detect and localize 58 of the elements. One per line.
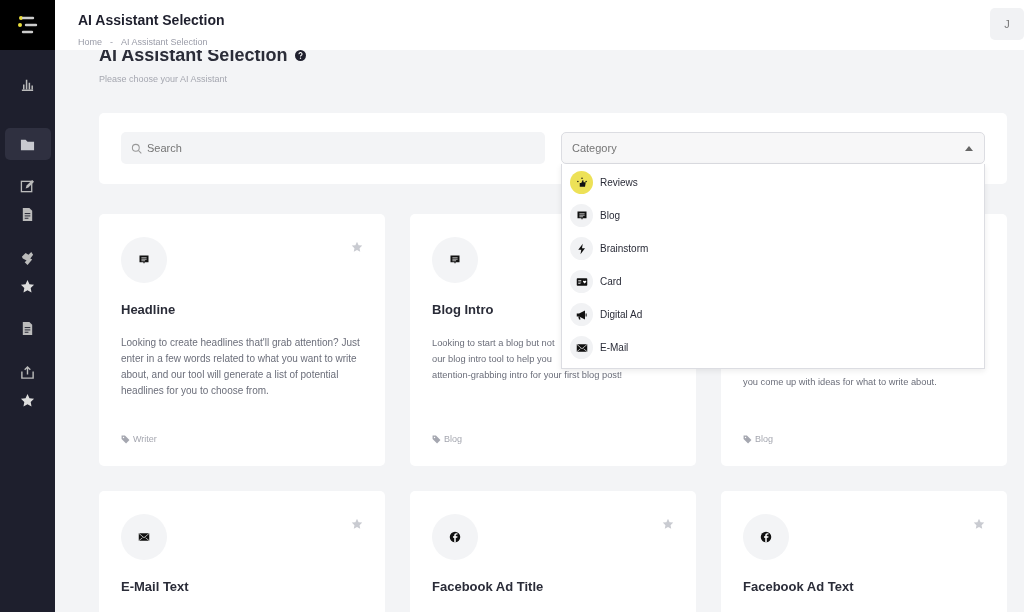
- description-line: our blog intro tool to help you: [432, 352, 552, 366]
- envelope-icon: [138, 531, 150, 544]
- star-icon[interactable]: [662, 518, 674, 531]
- breadcrumb-current: AI Assistant Selection: [121, 36, 208, 49]
- caret-up-icon: [965, 145, 973, 152]
- dropdown-option[interactable]: Card: [562, 265, 984, 299]
- option-label: E-Mail: [600, 341, 629, 356]
- option-label: Blog: [600, 209, 620, 224]
- card-title: Blog Intro: [432, 302, 494, 318]
- document-icon: [20, 206, 35, 222]
- description-line: you come up with ideas for what to write about.: [743, 376, 937, 390]
- card-description: Looking to create headlines that'll grab attention? Just enter in a few words related to what you want to write about, and our tool will generate a list of potential headlines for you to choose from.: [121, 335, 361, 398]
- description-line: Looking to start a blog but not: [432, 336, 555, 350]
- thumbs-up-icon: [575, 176, 588, 189]
- tag-icon: [121, 434, 130, 444]
- document-icon: [20, 320, 35, 336]
- option-label: Card: [600, 275, 622, 290]
- card-title: Headline: [121, 302, 176, 318]
- star-icon[interactable]: [351, 518, 363, 531]
- card-title: Facebook Ad Text: [743, 579, 854, 595]
- card-tag: Blog: [755, 432, 773, 447]
- dropdown-option[interactable]: Brainstorm: [562, 232, 984, 266]
- lightning-icon: [575, 242, 588, 255]
- dropdown-option[interactable]: Reviews: [562, 166, 984, 200]
- envelope-icon: [575, 341, 588, 354]
- card-tag: Blog: [444, 432, 462, 447]
- edit-icon: [20, 178, 35, 194]
- share-icon: [20, 364, 35, 380]
- category-select[interactable]: Category: [561, 132, 985, 165]
- star-icon: [20, 392, 35, 408]
- card-title: E-Mail Text: [121, 579, 189, 595]
- megaphone-icon: [575, 308, 588, 321]
- option-label: Digital Ad: [600, 308, 643, 323]
- facebook-icon: [449, 531, 461, 544]
- search-icon: [131, 143, 142, 155]
- sidebar-item[interactable]: [4, 128, 51, 160]
- search-field[interactable]: Search: [121, 132, 545, 165]
- logo-icon: [16, 15, 39, 35]
- dropdown-option[interactable]: Blog: [562, 199, 984, 233]
- page-subtitle: Please choose your AI Assistant: [99, 72, 229, 86]
- description-line: attention-grabbing intro for your first blog post!: [432, 368, 623, 382]
- header-title: AI Assistant Selection: [78, 11, 225, 30]
- option-label: Reviews: [600, 176, 638, 191]
- avatar-button[interactable]: J: [990, 8, 1024, 40]
- facebook-icon: [760, 531, 772, 544]
- card-icon: [575, 275, 588, 288]
- chat-bubble-icon: [575, 209, 588, 222]
- star-icon[interactable]: [973, 518, 985, 531]
- star-icon[interactable]: [351, 241, 363, 254]
- card-tag: Writer: [133, 432, 157, 447]
- dropdown-option[interactable]: E-Mail: [562, 331, 984, 365]
- dropdown-option[interactable]: Digital Ad: [562, 298, 984, 332]
- breadcrumb-separator: -: [110, 36, 113, 49]
- tag-icon: [432, 434, 441, 444]
- tag-icon: [743, 434, 752, 444]
- option-label: Brainstorm: [600, 242, 649, 257]
- card-title: Facebook Ad Title: [432, 579, 544, 595]
- star-icon: [20, 278, 35, 294]
